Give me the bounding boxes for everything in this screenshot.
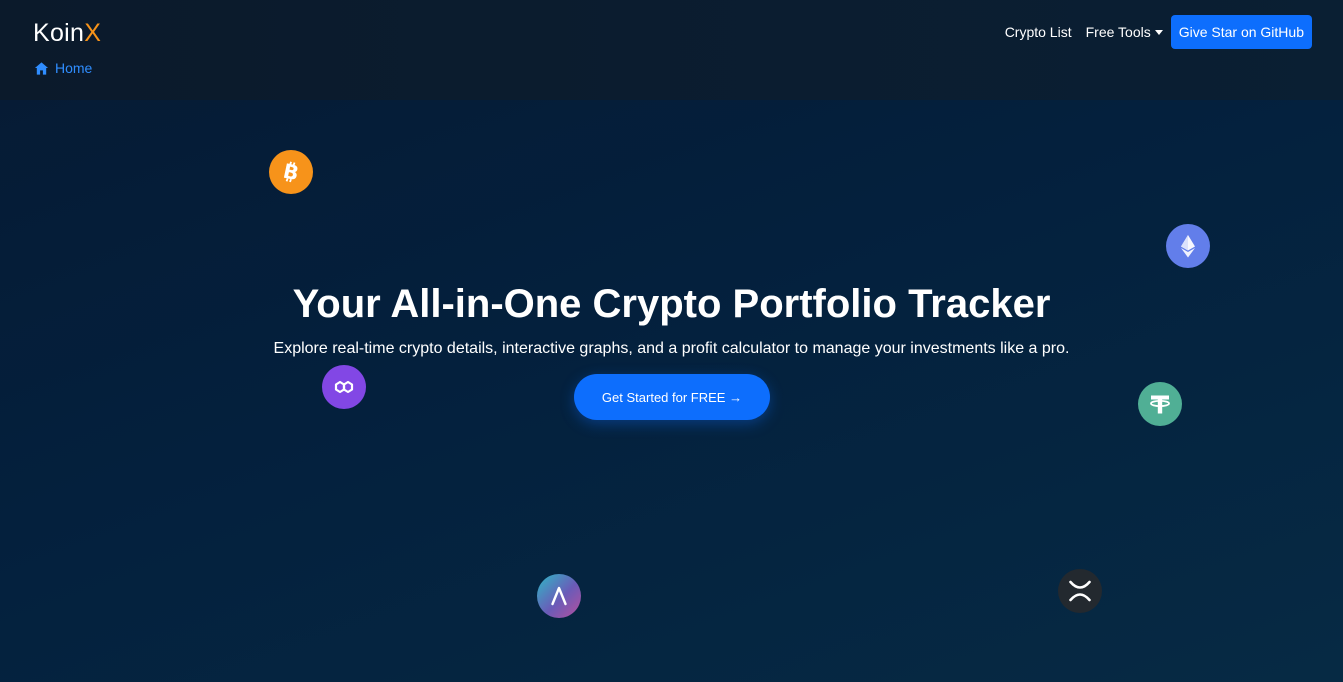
nav-menu: Crypto List Free Tools Give Star on GitH… — [1005, 15, 1312, 49]
xrp-icon — [1058, 569, 1102, 613]
navbar: Koin X Home Crypto List Free Tools Give S… — [0, 0, 1343, 100]
caret-down-icon — [1154, 30, 1163, 35]
github-star-button[interactable]: Give Star on GitHub — [1170, 15, 1312, 49]
hero-title: Your All-in-One Crypto Portfolio Tracker — [292, 282, 1051, 326]
home-label: Home — [55, 60, 93, 76]
hero-subtitle: Explore real-time crypto details, intera… — [273, 340, 1070, 357]
logo-text-main: Koin — [33, 19, 85, 47]
aave-icon — [537, 574, 581, 618]
bitcoin-icon: B — [269, 150, 313, 194]
polygon-icon — [322, 365, 366, 409]
logo-text-accent: X — [84, 19, 102, 47]
get-started-button[interactable]: Get Started for FREE → — [574, 374, 770, 420]
breadcrumb-home-link[interactable]: Home — [34, 60, 92, 76]
free-tools-label: Free Tools — [1085, 24, 1151, 40]
nav-crypto-list[interactable]: Crypto List — [1005, 24, 1072, 40]
tether-icon — [1138, 382, 1182, 426]
hero-section: Your All-in-One Crypto Portfolio Tracker… — [0, 280, 1343, 360]
nav-free-tools-dropdown[interactable]: Free Tools — [1086, 24, 1163, 40]
home-icon — [34, 61, 49, 75]
ethereum-icon — [1166, 224, 1210, 268]
koinx-logo[interactable]: Koin X — [33, 19, 101, 48]
